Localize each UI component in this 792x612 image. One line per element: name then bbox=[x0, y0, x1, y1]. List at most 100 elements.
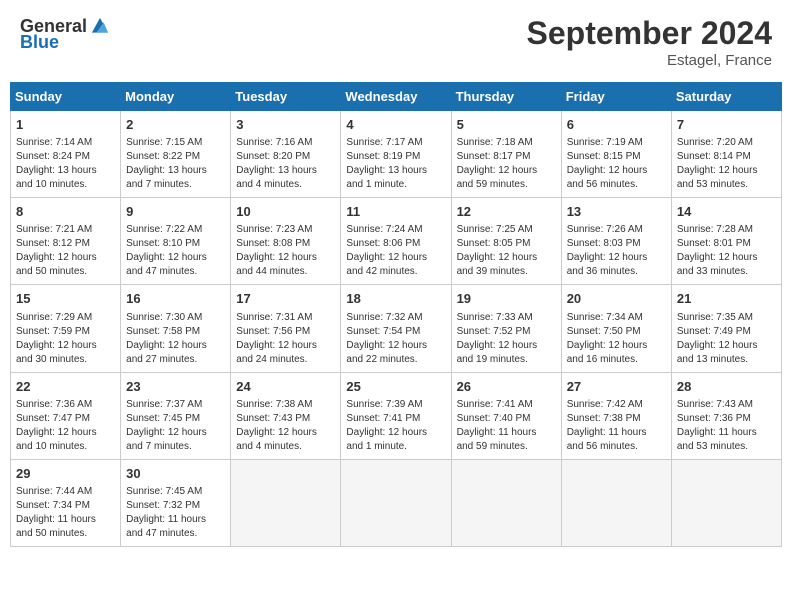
calendar-cell: 9 Sunrise: 7:22 AM Sunset: 8:10 PM Daylig… bbox=[121, 198, 231, 285]
day-number: 5 bbox=[457, 116, 556, 134]
day-detail: Sunrise: 7:33 AM Sunset: 7:52 PM Dayligh… bbox=[457, 311, 556, 367]
day-number: 13 bbox=[567, 203, 666, 221]
calendar-cell: 6Sunrise: 7:19 AM Sunset: 8:15 PM Daylig… bbox=[561, 111, 671, 198]
day-detail: Sunrise: 7:21 AM Sunset: 8:12 PM Dayligh… bbox=[16, 223, 115, 279]
calendar-header-row: SundayMondayTuesdayWednesdayThursdayFrid… bbox=[11, 83, 782, 111]
calendar-cell: 23 Sunrise: 7:37 AM Sunset: 7:45 PM Dayli… bbox=[121, 372, 231, 459]
calendar-cell: 17 Sunrise: 7:31 AM Sunset: 7:56 PM Dayli… bbox=[231, 285, 341, 372]
calendar-cell: 21 Sunrise: 7:35 AM Sunset: 7:49 PM Dayli… bbox=[671, 285, 781, 372]
logo-blue-text: Blue bbox=[20, 32, 59, 53]
day-detail: Sunrise: 7:24 AM Sunset: 8:06 PM Dayligh… bbox=[346, 223, 445, 279]
calendar-cell: 1 Sunrise: 7:14 AM Sunset: 8:24 PM Daylig… bbox=[11, 111, 121, 198]
day-detail: Sunrise: 7:32 AM Sunset: 7:54 PM Dayligh… bbox=[346, 311, 445, 367]
day-detail: Sunrise: 7:37 AM Sunset: 7:45 PM Dayligh… bbox=[126, 398, 225, 454]
day-number: 11 bbox=[346, 203, 445, 221]
calendar-cell: 18Sunrise: 7:32 AM Sunset: 7:54 PM Dayli… bbox=[341, 285, 451, 372]
calendar-cell: 19Sunrise: 7:33 AM Sunset: 7:52 PM Dayli… bbox=[451, 285, 561, 372]
calendar-cell: 20 Sunrise: 7:34 AM Sunset: 7:50 PM Dayli… bbox=[561, 285, 671, 372]
calendar-table: SundayMondayTuesdayWednesdayThursdayFrid… bbox=[10, 82, 782, 547]
day-number: 3 bbox=[236, 116, 335, 134]
day-detail: Sunrise: 7:16 AM Sunset: 8:20 PM Dayligh… bbox=[236, 136, 335, 192]
calendar-header-thursday: Thursday bbox=[451, 83, 561, 111]
calendar-header-wednesday: Wednesday bbox=[341, 83, 451, 111]
calendar-cell: 14 Sunrise: 7:28 AM Sunset: 8:01 PM Dayli… bbox=[671, 198, 781, 285]
day-detail: Sunrise: 7:31 AM Sunset: 7:56 PM Dayligh… bbox=[236, 311, 335, 367]
calendar-week-4: 22 Sunrise: 7:36 AM Sunset: 7:47 PM Dayli… bbox=[11, 372, 782, 459]
calendar-cell bbox=[231, 459, 341, 546]
day-number: 20 bbox=[567, 290, 666, 308]
calendar-cell: 12 Sunrise: 7:25 AM Sunset: 8:05 PM Dayli… bbox=[451, 198, 561, 285]
day-detail: Sunrise: 7:41 AM Sunset: 7:40 PM Dayligh… bbox=[457, 398, 556, 454]
calendar-cell: 25 Sunrise: 7:39 AM Sunset: 7:41 PM Dayli… bbox=[341, 372, 451, 459]
calendar-header-monday: Monday bbox=[121, 83, 231, 111]
title-block: September 2024 Estagel, France bbox=[527, 15, 772, 69]
day-detail: Sunrise: 7:25 AM Sunset: 8:05 PM Dayligh… bbox=[457, 223, 556, 279]
calendar-cell: 2Sunrise: 7:15 AM Sunset: 8:22 PM Daylig… bbox=[121, 111, 231, 198]
calendar-cell: 3 Sunrise: 7:16 AM Sunset: 8:20 PM Daylig… bbox=[231, 111, 341, 198]
calendar-header-sunday: Sunday bbox=[11, 83, 121, 111]
day-detail: Sunrise: 7:44 AM Sunset: 7:34 PM Dayligh… bbox=[16, 485, 115, 541]
day-number: 26 bbox=[457, 378, 556, 396]
day-number: 25 bbox=[346, 378, 445, 396]
calendar-cell bbox=[341, 459, 451, 546]
day-detail: Sunrise: 7:45 AM Sunset: 7:32 PM Dayligh… bbox=[126, 485, 225, 541]
day-number: 10 bbox=[236, 203, 335, 221]
calendar-cell: 28Sunrise: 7:43 AM Sunset: 7:36 PM Dayli… bbox=[671, 372, 781, 459]
day-detail: Sunrise: 7:35 AM Sunset: 7:49 PM Dayligh… bbox=[677, 311, 776, 367]
day-detail: Sunrise: 7:17 AM Sunset: 8:19 PM Dayligh… bbox=[346, 136, 445, 192]
calendar-cell: 15 Sunrise: 7:29 AM Sunset: 7:59 PM Dayli… bbox=[11, 285, 121, 372]
day-number: 21 bbox=[677, 290, 776, 308]
day-detail: Sunrise: 7:29 AM Sunset: 7:59 PM Dayligh… bbox=[16, 311, 115, 367]
calendar-header-tuesday: Tuesday bbox=[231, 83, 341, 111]
calendar-cell: 7 Sunrise: 7:20 AM Sunset: 8:14 PM Daylig… bbox=[671, 111, 781, 198]
day-detail: Sunrise: 7:34 AM Sunset: 7:50 PM Dayligh… bbox=[567, 311, 666, 367]
calendar-cell: 5 Sunrise: 7:18 AM Sunset: 8:17 PM Daylig… bbox=[451, 111, 561, 198]
day-detail: Sunrise: 7:36 AM Sunset: 7:47 PM Dayligh… bbox=[16, 398, 115, 454]
day-number: 14 bbox=[677, 203, 776, 221]
calendar-cell: 26 Sunrise: 7:41 AM Sunset: 7:40 PM Dayli… bbox=[451, 372, 561, 459]
day-detail: Sunrise: 7:18 AM Sunset: 8:17 PM Dayligh… bbox=[457, 136, 556, 192]
location: Estagel, France bbox=[527, 52, 772, 69]
month-title: September 2024 bbox=[527, 15, 772, 52]
day-detail: Sunrise: 7:14 AM Sunset: 8:24 PM Dayligh… bbox=[16, 136, 115, 192]
day-number: 6 bbox=[567, 116, 666, 134]
day-number: 24 bbox=[236, 378, 335, 396]
calendar-cell: 11 Sunrise: 7:24 AM Sunset: 8:06 PM Dayli… bbox=[341, 198, 451, 285]
calendar-cell: 13Sunrise: 7:26 AM Sunset: 8:03 PM Dayli… bbox=[561, 198, 671, 285]
logo-icon bbox=[89, 15, 111, 37]
day-number: 17 bbox=[236, 290, 335, 308]
calendar-cell bbox=[561, 459, 671, 546]
calendar-header-saturday: Saturday bbox=[671, 83, 781, 111]
day-detail: Sunrise: 7:30 AM Sunset: 7:58 PM Dayligh… bbox=[126, 311, 225, 367]
day-detail: Sunrise: 7:39 AM Sunset: 7:41 PM Dayligh… bbox=[346, 398, 445, 454]
day-detail: Sunrise: 7:42 AM Sunset: 7:38 PM Dayligh… bbox=[567, 398, 666, 454]
day-number: 27 bbox=[567, 378, 666, 396]
day-detail: Sunrise: 7:22 AM Sunset: 8:10 PM Dayligh… bbox=[126, 223, 225, 279]
day-number: 1 bbox=[16, 116, 115, 134]
calendar-cell: 30Sunrise: 7:45 AM Sunset: 7:32 PM Dayli… bbox=[121, 459, 231, 546]
day-number: 7 bbox=[677, 116, 776, 134]
day-detail: Sunrise: 7:43 AM Sunset: 7:36 PM Dayligh… bbox=[677, 398, 776, 454]
day-number: 12 bbox=[457, 203, 556, 221]
day-number: 29 bbox=[16, 465, 115, 483]
day-number: 8 bbox=[16, 203, 115, 221]
day-detail: Sunrise: 7:23 AM Sunset: 8:08 PM Dayligh… bbox=[236, 223, 335, 279]
calendar-cell: 29 Sunrise: 7:44 AM Sunset: 7:34 PM Dayli… bbox=[11, 459, 121, 546]
day-number: 15 bbox=[16, 290, 115, 308]
header: General Blue September 2024 Estagel, Fra… bbox=[10, 10, 782, 74]
day-number: 4 bbox=[346, 116, 445, 134]
calendar-cell: 8 Sunrise: 7:21 AM Sunset: 8:12 PM Daylig… bbox=[11, 198, 121, 285]
day-number: 22 bbox=[16, 378, 115, 396]
calendar-cell: 24Sunrise: 7:38 AM Sunset: 7:43 PM Dayli… bbox=[231, 372, 341, 459]
day-number: 23 bbox=[126, 378, 225, 396]
day-number: 2 bbox=[126, 116, 225, 134]
day-number: 16 bbox=[126, 290, 225, 308]
day-detail: Sunrise: 7:20 AM Sunset: 8:14 PM Dayligh… bbox=[677, 136, 776, 192]
day-number: 9 bbox=[126, 203, 225, 221]
logo: General Blue bbox=[20, 15, 111, 53]
calendar-week-5: 29 Sunrise: 7:44 AM Sunset: 7:34 PM Dayli… bbox=[11, 459, 782, 546]
day-detail: Sunrise: 7:28 AM Sunset: 8:01 PM Dayligh… bbox=[677, 223, 776, 279]
calendar-cell: 4 Sunrise: 7:17 AM Sunset: 8:19 PM Daylig… bbox=[341, 111, 451, 198]
calendar-cell: 22 Sunrise: 7:36 AM Sunset: 7:47 PM Dayli… bbox=[11, 372, 121, 459]
calendar-week-3: 15 Sunrise: 7:29 AM Sunset: 7:59 PM Dayli… bbox=[11, 285, 782, 372]
